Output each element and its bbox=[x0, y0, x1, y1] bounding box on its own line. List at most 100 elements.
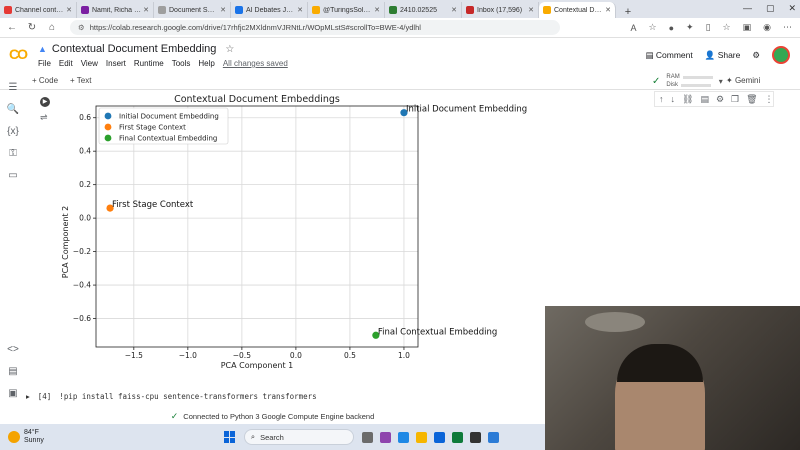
windows-start-icon[interactable] bbox=[223, 431, 236, 443]
bookmark-star-icon[interactable]: ☆ bbox=[649, 22, 657, 33]
tab-close-icon[interactable]: ✕ bbox=[297, 6, 303, 14]
collapse-chevron-icon[interactable]: ▸ bbox=[26, 392, 30, 401]
url-text: https://colab.research.google.com/drive/… bbox=[89, 23, 421, 32]
weather-widget[interactable]: 84°F Sunny bbox=[8, 429, 44, 445]
menu-item-tools[interactable]: Tools bbox=[172, 59, 191, 68]
taskbar-search-input[interactable]: ⌕ Search bbox=[243, 429, 354, 445]
settings-gear-icon[interactable]: ⚙ bbox=[752, 50, 760, 61]
more-menu-icon[interactable]: ⋯ bbox=[783, 22, 792, 33]
code-snippets-icon[interactable]: <> bbox=[6, 344, 20, 355]
menu-item-runtime[interactable]: Runtime bbox=[134, 59, 164, 68]
notebook-title-row: ▲ Contextual Document Embedding ☆ bbox=[38, 43, 234, 55]
notebook-title[interactable]: Contextual Document Embedding bbox=[52, 43, 216, 55]
edge-icon[interactable] bbox=[397, 431, 409, 443]
browser-tab[interactable]: AI Debates Johl ✕ bbox=[231, 2, 308, 18]
app-icon[interactable] bbox=[487, 431, 499, 443]
terminal-icon[interactable]: ▣ bbox=[6, 388, 20, 399]
menu-item-edit[interactable]: Edit bbox=[59, 59, 73, 68]
collections-icon[interactable]: ▣ bbox=[743, 22, 752, 33]
gemini-button[interactable]: ✦ Gemini bbox=[726, 76, 760, 85]
tab-close-icon[interactable]: ✕ bbox=[528, 6, 534, 14]
store-icon[interactable] bbox=[451, 431, 463, 443]
search-icon[interactable]: 🔍 bbox=[6, 104, 20, 115]
close-window-icon[interactable]: ✕ bbox=[788, 3, 796, 14]
resource-monitor[interactable]: ✓ RAM Disk ▾ bbox=[652, 74, 723, 88]
x-tick-label: −1.5 bbox=[125, 351, 143, 360]
add-cell-buttons: + Code + Text bbox=[32, 76, 91, 85]
avatar[interactable] bbox=[772, 46, 790, 64]
comment-button[interactable]: ▤ Comment bbox=[645, 50, 692, 61]
back-icon[interactable]: ← bbox=[4, 22, 20, 33]
mirror-cell-icon[interactable]: ❐ bbox=[731, 94, 739, 105]
browser-tab[interactable]: Channel content ✕ bbox=[0, 2, 77, 18]
menu-item-file[interactable]: File bbox=[38, 59, 51, 68]
read-aloud-icon[interactable]: A bbox=[631, 23, 637, 33]
task-view-icon[interactable] bbox=[361, 431, 373, 443]
run-cell-button[interactable]: ▶ bbox=[40, 97, 50, 107]
extension-icon[interactable]: ● bbox=[669, 23, 674, 33]
share-button[interactable]: 👤 Share bbox=[705, 50, 741, 61]
drive-icon: ▲ bbox=[38, 44, 47, 54]
site-info-icon[interactable]: ⚙ bbox=[78, 23, 85, 32]
tab-close-icon[interactable]: ✕ bbox=[451, 6, 457, 14]
browser-tab[interactable]: Contextual Doc... ✕ bbox=[539, 2, 616, 18]
menu-item-help[interactable]: Help bbox=[198, 59, 214, 68]
cell-settings-icon[interactable]: ⚙ bbox=[716, 94, 724, 105]
browser-tab[interactable]: Document Summ ✕ bbox=[154, 2, 231, 18]
browser-tab[interactable]: 2410.02525 ✕ bbox=[385, 2, 462, 18]
minimize-icon[interactable]: — bbox=[743, 3, 752, 14]
delete-icon[interactable]: 🗑 bbox=[746, 94, 757, 105]
tab-label: 2410.02525 bbox=[400, 6, 437, 14]
comment-label: Comment bbox=[655, 49, 693, 60]
browser-actions: A ☆ ● ✦ ▯ ☆ ▣ ◉ ⋯ bbox=[631, 22, 800, 33]
status-text: Connected to Python 3 Google Compute Eng… bbox=[183, 411, 375, 421]
outlook-icon[interactable] bbox=[433, 431, 445, 443]
copilot-icon[interactable] bbox=[379, 431, 391, 443]
tab-label: Namit, Richa M... bbox=[92, 6, 142, 14]
tab-close-icon[interactable]: ✕ bbox=[66, 6, 72, 14]
tab-close-icon[interactable]: ✕ bbox=[605, 6, 611, 14]
link-icon[interactable]: ⛓ bbox=[682, 94, 693, 105]
profile-icon[interactable]: ◉ bbox=[763, 22, 771, 33]
move-up-icon[interactable]: ↑ bbox=[659, 94, 664, 104]
tab-close-icon[interactable]: ✕ bbox=[220, 6, 226, 14]
home-icon[interactable]: ⌂ bbox=[44, 22, 60, 33]
left-rail: ☰ 🔍 {x} ⚿ ▭ <> ▤ ▣ bbox=[0, 78, 26, 408]
reload-icon[interactable]: ↻ bbox=[24, 22, 40, 33]
secrets-key-icon[interactable]: ⚿ bbox=[6, 148, 20, 159]
colab-logo[interactable]: CO bbox=[9, 46, 28, 62]
menu-item-insert[interactable]: Insert bbox=[106, 59, 126, 68]
move-down-icon[interactable]: ↓ bbox=[671, 94, 676, 104]
save-status-link[interactable]: All changes saved bbox=[223, 59, 288, 68]
command-palette-icon[interactable]: ▤ bbox=[6, 366, 20, 377]
tab-close-icon[interactable]: ✕ bbox=[143, 6, 149, 14]
browser-tab[interactable]: @TuringsSolutio ✕ bbox=[308, 2, 385, 18]
url-input[interactable]: ⚙ https://colab.research.google.com/driv… bbox=[70, 20, 560, 35]
code-line[interactable]: !pip install faiss-cpu sentence-transfor… bbox=[59, 392, 316, 401]
new-tab-button[interactable]: + bbox=[620, 6, 636, 18]
terminal-app-icon[interactable] bbox=[469, 431, 481, 443]
tab-close-icon[interactable]: ✕ bbox=[374, 6, 380, 14]
favorites-icon[interactable]: ☆ bbox=[723, 22, 731, 33]
file-explorer-icon[interactable] bbox=[415, 431, 427, 443]
variables-icon[interactable]: {x} bbox=[6, 126, 20, 137]
tab-label: AI Debates Johl bbox=[246, 6, 296, 14]
disk-bar bbox=[681, 83, 712, 87]
maximize-icon[interactable]: ▢ bbox=[766, 3, 775, 14]
browser-tab[interactable]: Namit, Richa M... ✕ bbox=[77, 2, 154, 18]
browser-tab[interactable]: Inbox (17,596) ✕ bbox=[462, 2, 539, 18]
chevron-down-icon[interactable]: ▾ bbox=[719, 77, 723, 86]
add-code-button[interactable]: + Code bbox=[32, 76, 58, 85]
star-icon[interactable]: ☆ bbox=[225, 44, 234, 55]
more-vert-icon[interactable]: ⋮ bbox=[765, 94, 774, 105]
add-text-button[interactable]: + Text bbox=[70, 76, 91, 85]
table-of-contents-icon[interactable]: ☰ bbox=[6, 82, 20, 93]
output-options-icon[interactable]: ⇌ bbox=[40, 112, 48, 123]
files-folder-icon[interactable]: ▭ bbox=[6, 170, 20, 181]
split-screen-icon[interactable]: ▯ bbox=[706, 22, 711, 33]
menu-item-view[interactable]: View bbox=[81, 59, 98, 68]
point-annotation: Final Contextual Embedding bbox=[378, 327, 497, 337]
extensions-puzzle-icon[interactable]: ✦ bbox=[686, 22, 694, 33]
code-cell[interactable]: ▸ [4] !pip install faiss-cpu sentence-tr… bbox=[26, 388, 546, 404]
comment-icon[interactable]: ▤ bbox=[700, 94, 709, 105]
